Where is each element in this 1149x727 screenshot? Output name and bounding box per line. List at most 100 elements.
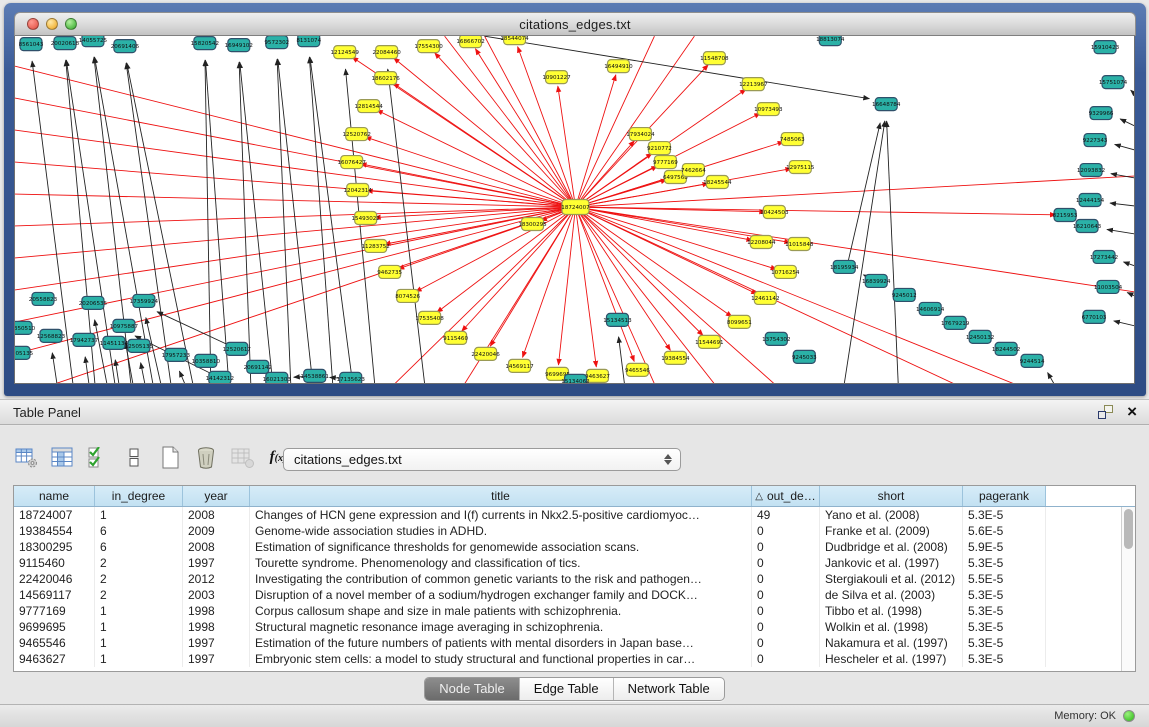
graph-node[interactable]: 9465546 bbox=[625, 363, 650, 376]
graph-node[interactable]: 12505135 bbox=[125, 339, 154, 352]
float-panel-icon[interactable] bbox=[1098, 405, 1113, 419]
graph-node[interactable]: 9115460 bbox=[443, 331, 468, 344]
graph-node[interactable]: 6770103 bbox=[1082, 310, 1107, 323]
graph-node[interactable]: 18244502 bbox=[992, 342, 1020, 355]
graph-node[interactable]: 17942737 bbox=[70, 333, 99, 346]
graph-node[interactable]: 11548708 bbox=[700, 52, 729, 65]
table-row[interactable]: 946362711997Embryonic stem cells: a mode… bbox=[14, 651, 1135, 667]
graph-node[interactable]: 12461142 bbox=[751, 291, 779, 304]
graph-node[interactable]: 15493022 bbox=[351, 211, 379, 224]
graph-node[interactable]: 10975887 bbox=[110, 319, 139, 332]
graph-node[interactable]: 14055725 bbox=[79, 36, 108, 47]
graph-node[interactable]: 14142312 bbox=[206, 371, 234, 384]
graph-node[interactable]: 13754302 bbox=[762, 332, 790, 345]
import-table-icon[interactable] bbox=[230, 445, 254, 469]
graph-node[interactable]: 15820542 bbox=[191, 37, 219, 50]
citation-network-graph[interactable]: 1212454918602176128145441252076216076427… bbox=[15, 36, 1135, 384]
graph-node[interactable]: 12814544 bbox=[354, 100, 383, 113]
graph-node[interactable]: 9572302 bbox=[264, 36, 289, 49]
graph-node[interactable]: 9227343 bbox=[1083, 134, 1108, 147]
table-row[interactable]: 977716911998Corpus callosum shape and si… bbox=[14, 603, 1135, 619]
graph-node[interactable]: 18245544 bbox=[703, 176, 732, 189]
graph-node[interactable]: 7462664 bbox=[681, 164, 706, 177]
table-row[interactable]: 911546021997Tourette syndrome. Phenomeno… bbox=[14, 555, 1135, 571]
tab-edge-table[interactable]: Edge Table bbox=[520, 678, 614, 700]
graph-node[interactable]: 12124549 bbox=[331, 46, 360, 59]
graph-node[interactable]: 10973493 bbox=[754, 103, 783, 116]
graph-node[interactable]: 9329966 bbox=[1089, 107, 1114, 120]
graph-node[interactable]: 10424503 bbox=[760, 206, 789, 219]
graph-node[interactable]: 15905135 bbox=[15, 346, 34, 359]
graph-node[interactable]: 17554300 bbox=[414, 40, 443, 53]
graph-node[interactable]: 16021303 bbox=[263, 372, 292, 384]
table-row[interactable]: 1938455462009Genome-wide association stu… bbox=[14, 523, 1135, 539]
graph-node[interactable]: 15751074 bbox=[1099, 76, 1128, 89]
graph-node[interactable]: 12568823 bbox=[37, 329, 66, 342]
network-window-titlebar[interactable]: citations_edges.txt bbox=[14, 12, 1136, 36]
tab-node-table[interactable]: Node Table bbox=[425, 678, 520, 700]
table-row[interactable]: 2242004622012Investigating the contribut… bbox=[14, 571, 1135, 587]
graph-node[interactable]: 11283752 bbox=[361, 239, 389, 252]
graph-node[interactable]: 16866702 bbox=[456, 36, 484, 48]
graph-node[interactable]: 12520762 bbox=[342, 128, 370, 141]
graph-node[interactable]: 20691142 bbox=[244, 360, 272, 373]
graph-node[interactable]: 20558823 bbox=[29, 292, 58, 305]
graph-node[interactable]: 22084460 bbox=[372, 46, 401, 59]
graph-node[interactable]: 16949102 bbox=[225, 39, 253, 52]
graph-node[interactable]: 16839924 bbox=[862, 274, 891, 287]
graph-node[interactable]: 16494910 bbox=[604, 60, 633, 73]
graph-node[interactable]: 20691406 bbox=[111, 40, 140, 53]
graph-node[interactable]: 17135623 bbox=[336, 372, 365, 384]
graph-node[interactable]: 9245033 bbox=[792, 350, 817, 363]
graph-node[interactable]: 17359924 bbox=[130, 294, 159, 307]
delete-table-icon[interactable] bbox=[194, 445, 218, 469]
graph-node[interactable]: 8215953 bbox=[1053, 209, 1078, 222]
graph-node[interactable]: 18544074 bbox=[500, 36, 529, 45]
graph-node[interactable]: 7485063 bbox=[780, 133, 805, 146]
graph-node[interactable]: 16648784 bbox=[872, 98, 901, 111]
graph-node[interactable]: 18350510 bbox=[15, 321, 36, 334]
column-header-out_de[interactable]: △out_de… bbox=[752, 486, 820, 506]
graph-node[interactable]: 8074526 bbox=[395, 289, 420, 302]
graph-node[interactable]: 15910423 bbox=[1091, 41, 1120, 54]
graph-node[interactable]: 17679219 bbox=[941, 316, 970, 329]
column-header-title[interactable]: title bbox=[250, 486, 752, 506]
graph-node[interactable]: 18195934 bbox=[830, 260, 859, 273]
graph-node[interactable]: 9245012 bbox=[892, 288, 917, 301]
graph-node[interactable]: 12975115 bbox=[786, 161, 815, 174]
graph-node[interactable]: 8099651 bbox=[727, 315, 752, 328]
table-row[interactable]: 969969511998Structural magnetic resonanc… bbox=[14, 619, 1135, 635]
graph-node[interactable]: 12042314 bbox=[343, 184, 372, 197]
graph-node[interactable]: 11544691 bbox=[695, 335, 724, 348]
graph-node[interactable]: 8561043 bbox=[19, 38, 44, 51]
graph-node[interactable]: 9210772 bbox=[647, 142, 672, 155]
column-header-year[interactable]: year bbox=[183, 486, 250, 506]
graph-node[interactable]: 18813074 bbox=[816, 36, 845, 46]
table-row[interactable]: 1456911722003Disruption of a novel membe… bbox=[14, 587, 1135, 603]
table-scrollbar[interactable] bbox=[1121, 507, 1135, 671]
graph-node[interactable]: 17934024 bbox=[626, 128, 655, 141]
graph-node[interactable]: 12450132 bbox=[966, 330, 994, 343]
graph-node[interactable]: 14538861 bbox=[301, 369, 330, 382]
graph-node[interactable]: 20020618 bbox=[51, 37, 80, 50]
graph-node[interactable]: 12520617 bbox=[223, 342, 252, 355]
graph-node[interactable]: 19384554 bbox=[661, 351, 690, 364]
close-panel-icon[interactable]: × bbox=[1127, 405, 1137, 419]
table-row[interactable]: 1830029562008Estimation of significance … bbox=[14, 539, 1135, 555]
graph-node[interactable]: 10901227 bbox=[542, 71, 571, 84]
graph-node[interactable]: 18602176 bbox=[371, 72, 400, 85]
hub-node[interactable]: 18724007 bbox=[561, 200, 590, 215]
column-header-pagerank[interactable]: pagerank bbox=[963, 486, 1046, 506]
graph-node[interactable]: 9462735 bbox=[377, 265, 402, 278]
graph-node[interactable]: 14569117 bbox=[505, 359, 534, 372]
column-header-short[interactable]: short bbox=[820, 486, 963, 506]
graph-node[interactable]: 12093832 bbox=[1077, 164, 1105, 177]
graph-node[interactable]: 11003504 bbox=[1094, 280, 1123, 293]
graph-node[interactable]: 9777169 bbox=[653, 156, 678, 169]
graph-node[interactable]: 17957233 bbox=[162, 348, 191, 361]
graph-node[interactable]: 10358810 bbox=[192, 354, 221, 367]
table-row[interactable]: 1872400712008Changes of HCN gene express… bbox=[14, 507, 1135, 523]
column-header-in_degree[interactable]: in_degree bbox=[95, 486, 183, 506]
graph-node[interactable]: 16210643 bbox=[1073, 219, 1102, 232]
network-canvas[interactable]: 1212454918602176128145441252076216076427… bbox=[14, 36, 1135, 384]
